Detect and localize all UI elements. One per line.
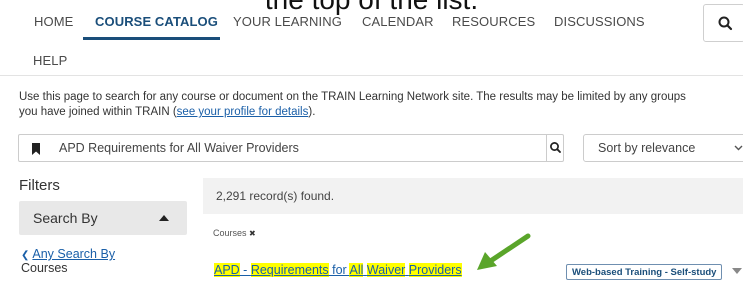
nav-help[interactable]: HELP	[33, 53, 67, 68]
nav-search-button[interactable]	[703, 4, 743, 42]
chevron-left-icon: ❮	[21, 250, 30, 261]
nav-calendar[interactable]: CALENDAR	[362, 14, 434, 29]
intro-suffix: ).	[308, 106, 316, 118]
search-by-label: Search By	[33, 210, 98, 226]
results-summary: 2,291 record(s) found.	[203, 178, 743, 214]
close-icon[interactable]: ✖	[249, 229, 256, 238]
intro-line-1: Use this page to search for any course o…	[19, 91, 686, 103]
search-input[interactable]: APD Requirements for All Waiver Provider…	[18, 134, 564, 162]
result-dropdown-icon[interactable]	[732, 268, 742, 274]
profile-link[interactable]: see your profile for details	[177, 106, 309, 118]
filter-courses-label: Courses	[21, 261, 68, 275]
filters-heading: Filters	[19, 177, 60, 194]
annotation-arrow-icon	[477, 233, 531, 270]
chevron-down-icon	[734, 145, 743, 151]
nav-resources[interactable]: RESOURCES	[452, 14, 535, 29]
result-title-part: -	[239, 263, 251, 277]
result-title-link[interactable]: APD - Requirements for All Waiver Provid…	[214, 263, 462, 277]
sort-label: Sort by relevance	[598, 141, 696, 155]
caret-up-icon	[159, 215, 169, 221]
search-icon	[718, 16, 733, 31]
active-filter-tag: Courses ✖	[213, 228, 256, 238]
nav-your-learning[interactable]: YOUR LEARNING	[233, 14, 342, 29]
any-search-by-label: Any Search By	[32, 247, 116, 261]
search-value[interactable]: APD Requirements for All Waiver Provider…	[59, 135, 299, 161]
result-title-part: for	[328, 263, 350, 277]
intro-prefix: you have joined within TRAIN (	[19, 106, 177, 118]
result-title-part: Requirements	[250, 263, 329, 277]
search-by-toggle[interactable]: Search By	[19, 201, 187, 235]
nav-home[interactable]: HOME	[34, 14, 73, 29]
any-search-by-link[interactable]: ❮ Any Search By	[21, 247, 115, 261]
result-title-part: Providers	[408, 263, 462, 277]
active-tab-indicator	[83, 37, 220, 40]
search-icon	[550, 142, 561, 153]
result-title-part: All	[349, 263, 364, 277]
intro-text: Use this page to search for any course o…	[19, 90, 743, 120]
training-type-badge: Web-based Training - Self-study	[566, 264, 723, 280]
bookmark-icon[interactable]	[31, 143, 41, 155]
result-title-part: Waiver	[366, 263, 406, 277]
record-count: 2,291 record(s) found.	[216, 189, 335, 203]
nav-course-catalog[interactable]: COURSE CATALOG	[95, 14, 218, 29]
search-button[interactable]	[546, 135, 564, 161]
intro-line-2: you have joined within TRAIN (see your p…	[19, 105, 743, 120]
nav-discussions[interactable]: DISCUSSIONS	[554, 14, 645, 29]
nav-divider	[0, 75, 743, 76]
filter-tag-label: Courses	[213, 228, 247, 238]
sort-select[interactable]: Sort by relevance	[583, 134, 743, 162]
result-title-part: APD	[214, 263, 240, 277]
